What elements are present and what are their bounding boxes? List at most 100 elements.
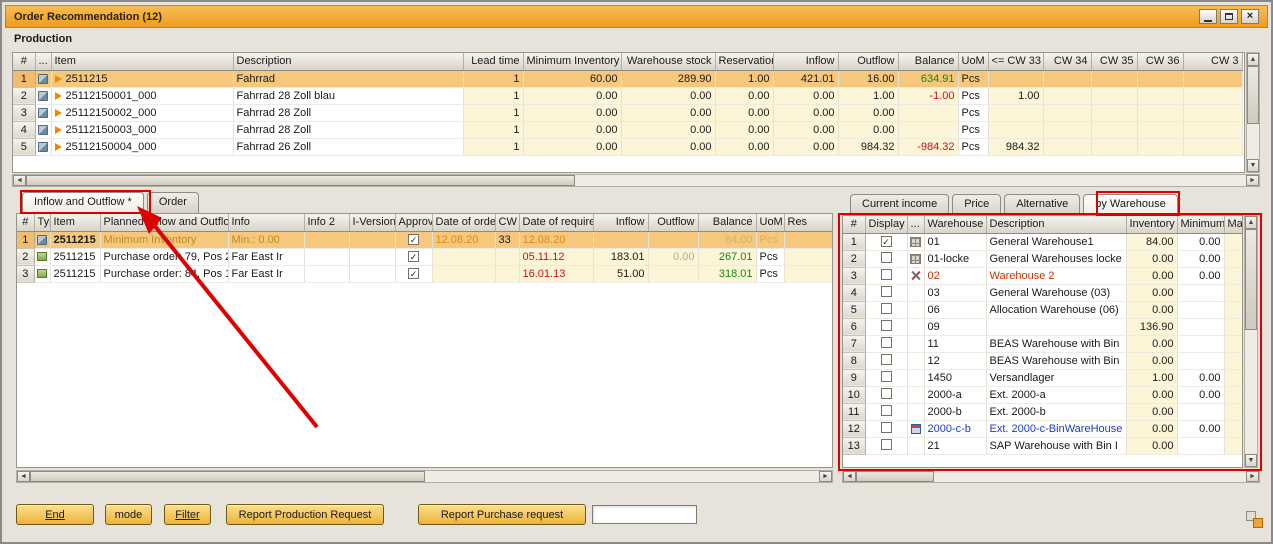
table-row[interactable]: 1 ✓ 01 General Warehouse1 84.00 0.00: [843, 233, 1243, 250]
row-number[interactable]: 3: [17, 265, 34, 282]
column-header[interactable]: CW 3: [1183, 53, 1242, 70]
tab-by-warehouse[interactable]: by Warehouse: [1083, 194, 1178, 215]
warehouse-cell[interactable]: 06: [924, 301, 986, 318]
display-checkbox[interactable]: [881, 422, 892, 433]
column-header[interactable]: Lead time: [463, 53, 523, 70]
row-number[interactable]: 6: [843, 318, 865, 335]
tab-alternative[interactable]: Alternative: [1004, 194, 1080, 215]
end-button[interactable]: End: [16, 504, 94, 525]
warehouse-table-hscrollbar[interactable]: ◄ ►: [842, 470, 1260, 483]
column-header[interactable]: Inflow: [773, 53, 838, 70]
footer-text-input[interactable]: [592, 505, 697, 524]
item-cell[interactable]: 25112150003_000: [51, 121, 233, 138]
row-number[interactable]: 4: [13, 121, 35, 138]
table-row[interactable]: 3 02 Warehouse 2 0.00 0.00: [843, 267, 1243, 284]
warehouse-cell[interactable]: 2000-b: [924, 403, 986, 420]
row-number[interactable]: 1: [17, 231, 34, 248]
scroll-up-icon[interactable]: ▲: [1245, 216, 1257, 229]
scroll-right-icon[interactable]: ►: [1246, 471, 1259, 482]
warehouse-cell[interactable]: 09: [924, 318, 986, 335]
row-number[interactable]: 13: [843, 437, 865, 454]
row-number[interactable]: 2: [13, 87, 35, 104]
top-table-hscrollbar[interactable]: ◄ ►: [12, 174, 1260, 187]
row-number[interactable]: 7: [843, 335, 865, 352]
link-arrow-icon[interactable]: [55, 126, 62, 134]
tab-price[interactable]: Price: [952, 194, 1001, 215]
table-row[interactable]: 1 2511215 Fahrrad 1 60.00 289.90 1.00 42…: [13, 70, 1242, 87]
column-header[interactable]: ...: [35, 53, 51, 70]
column-header[interactable]: Planned Inflow and Outflow: [100, 214, 228, 231]
column-header[interactable]: Info: [228, 214, 304, 231]
display-checkbox[interactable]: [881, 354, 892, 365]
link-arrow-icon[interactable]: [55, 92, 62, 100]
table-row[interactable]: 10 2000-a Ext. 2000-a 0.00 0.00: [843, 386, 1243, 403]
link-arrow-icon[interactable]: [55, 75, 62, 83]
warehouse-cell[interactable]: 1450: [924, 369, 986, 386]
table-row[interactable]: 7 11 BEAS Warehouse with Bin 0.00: [843, 335, 1243, 352]
scroll-down-icon[interactable]: ▼: [1247, 159, 1259, 172]
item-cell[interactable]: 2511215: [51, 70, 233, 87]
column-header[interactable]: CW: [495, 214, 519, 231]
column-header[interactable]: Inflow: [593, 214, 648, 231]
display-checkbox[interactable]: [881, 337, 892, 348]
scroll-right-icon[interactable]: ►: [819, 471, 832, 482]
column-header[interactable]: #: [17, 214, 34, 231]
table-row[interactable]: 11 2000-b Ext. 2000-b 0.00: [843, 403, 1243, 420]
column-header[interactable]: Approved: [395, 214, 432, 231]
table-row[interactable]: 1 2511215 Minimum Inventory Min.: 0.00 ✓…: [17, 231, 833, 248]
column-header[interactable]: #: [13, 53, 35, 70]
table-row[interactable]: 3 2511215 Purchase order: 84, Pos 1 Far …: [17, 265, 833, 282]
window-titlebar[interactable]: Order Recommendation (12) ×: [5, 5, 1268, 28]
table-row[interactable]: 4 25112150003_000 Fahrrad 28 Zoll 1 0.00…: [13, 121, 1242, 138]
row-number[interactable]: 1: [843, 233, 865, 250]
item-cell[interactable]: 2511215: [50, 231, 100, 248]
display-checkbox[interactable]: ✓: [881, 236, 892, 247]
warehouse-cell[interactable]: 21: [924, 437, 986, 454]
table-row[interactable]: 13 21 SAP Warehouse with Bin I 0.00: [843, 437, 1243, 454]
warehouse-cell[interactable]: 01: [924, 233, 986, 250]
column-header[interactable]: Item: [51, 53, 233, 70]
table-row[interactable]: 12 2000-c-b Ext. 2000-c-BinWareHouse 0.0…: [843, 420, 1243, 437]
scroll-left-icon[interactable]: ◄: [17, 471, 30, 482]
table-row[interactable]: 8 12 BEAS Warehouse with Bin 0.00: [843, 352, 1243, 369]
row-number[interactable]: 2: [843, 250, 865, 267]
column-header[interactable]: I-Version: [349, 214, 395, 231]
display-checkbox[interactable]: [881, 371, 892, 382]
top-table-vscrollbar[interactable]: ▲ ▼: [1246, 52, 1260, 173]
scroll-down-icon[interactable]: ▼: [1245, 454, 1257, 467]
table-row[interactable]: 6 09 136.90: [843, 318, 1243, 335]
column-header[interactable]: Outflow: [838, 53, 898, 70]
scroll-left-icon[interactable]: ◄: [13, 175, 26, 186]
table-row[interactable]: 3 25112150002_000 Fahrrad 28 Zoll 1 0.00…: [13, 104, 1242, 121]
warehouse-cell[interactable]: 11: [924, 335, 986, 352]
table-row[interactable]: 5 06 Allocation Warehouse (06) 0.00: [843, 301, 1243, 318]
column-header[interactable]: Description: [986, 216, 1126, 233]
column-header[interactable]: Ma: [1224, 216, 1243, 233]
item-cell[interactable]: 25112150002_000: [51, 104, 233, 121]
tab-order[interactable]: Order: [147, 192, 199, 213]
warehouse-cell[interactable]: 12: [924, 352, 986, 369]
row-number[interactable]: 2: [17, 248, 34, 265]
column-header[interactable]: Description: [233, 53, 463, 70]
column-header[interactable]: Warehouse: [924, 216, 986, 233]
column-header[interactable]: Warehouse stock: [621, 53, 715, 70]
column-header[interactable]: ...: [907, 216, 924, 233]
maximize-button[interactable]: [1220, 9, 1238, 24]
row-number[interactable]: 1: [13, 70, 35, 87]
scroll-right-icon[interactable]: ►: [1246, 175, 1259, 186]
link-arrow-icon[interactable]: [55, 143, 62, 151]
tab-inflow-and-outflow[interactable]: Inflow and Outflow *: [22, 192, 144, 213]
item-cell[interactable]: 25112150004_000: [51, 138, 233, 155]
table-row[interactable]: 5 25112150004_000 Fahrrad 26 Zoll 1 0.00…: [13, 138, 1242, 155]
tab-current-income[interactable]: Current income: [850, 194, 949, 215]
column-header[interactable]: Res: [784, 214, 833, 231]
column-header[interactable]: Date of requiren: [519, 214, 593, 231]
approved-checkbox[interactable]: ✓: [408, 234, 419, 245]
column-header[interactable]: Balance: [698, 214, 756, 231]
column-header[interactable]: #: [843, 216, 865, 233]
warehouse-table-vscrollbar[interactable]: ▲ ▼: [1244, 215, 1258, 468]
column-header[interactable]: Info 2: [304, 214, 349, 231]
column-header[interactable]: UoM: [958, 53, 988, 70]
item-cell[interactable]: 2511215: [50, 265, 100, 282]
item-cell[interactable]: 2511215: [50, 248, 100, 265]
